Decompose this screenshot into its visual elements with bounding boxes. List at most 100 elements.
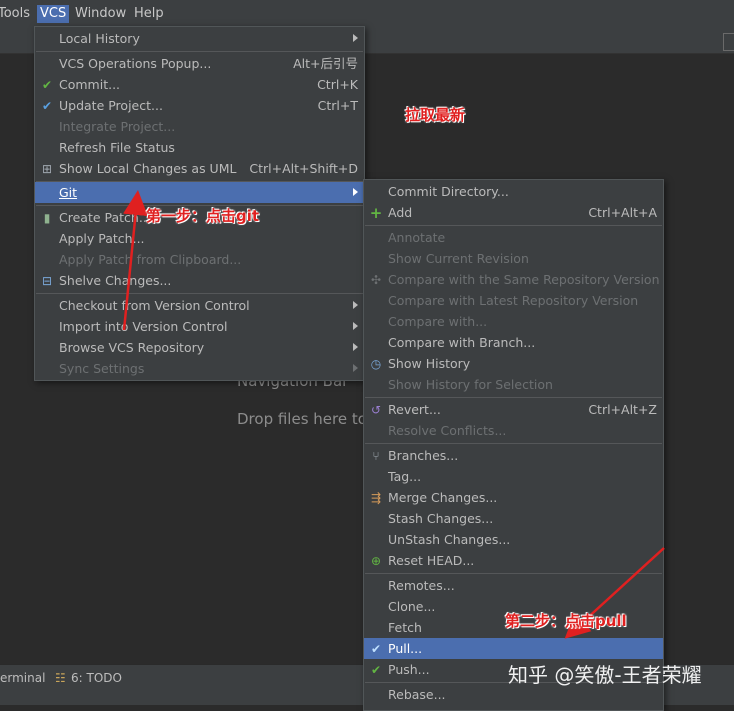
git-submenu: Commit Directory... + Add Ctrl+Alt+A Ann… — [363, 179, 664, 711]
toolbar-control[interactable] — [723, 33, 734, 51]
pull-icon: ✔ — [370, 642, 382, 656]
menu-item-label: Tag... — [388, 469, 422, 484]
menu-item-label: Checkout from Version Control — [59, 298, 250, 313]
commit-icon: ✔ — [41, 78, 53, 92]
menu-separator — [365, 573, 662, 574]
annotation-step2: 第二步：点击pull — [505, 612, 627, 630]
branch-icon: ⑂ — [372, 449, 380, 463]
menu-item-git[interactable]: Git — [35, 182, 364, 203]
menu-item-browse-vcs-repository[interactable]: Browse VCS Repository — [35, 337, 364, 358]
menu-item-label: Clone... — [388, 599, 436, 614]
menu-item-label: Show Current Revision — [388, 251, 529, 266]
menu-item-shortcut: Ctrl+Alt+Z — [588, 402, 657, 417]
update-project-icon: ✔ — [41, 99, 53, 113]
history-icon: ◷ — [370, 357, 382, 371]
menu-item-label: Resolve Conflicts... — [388, 423, 507, 438]
menu-item-compare-latest-repo[interactable]: Compare with Latest Repository Version — [364, 290, 663, 311]
menu-window[interactable]: Window — [75, 5, 126, 23]
menu-separator — [36, 51, 363, 52]
menu-item-commit[interactable]: ✔ Commit... Ctrl+K — [35, 74, 364, 95]
menu-item-shortcut: Ctrl+Alt+A — [588, 205, 657, 220]
menu-item-label: Add — [388, 205, 413, 220]
uml-diagram-icon: ⊞ — [41, 162, 53, 176]
menu-item-annotate[interactable]: Annotate — [364, 227, 663, 248]
menu-item-shelve-changes[interactable]: ⊟ Shelve Changes... — [35, 270, 364, 291]
vcs-menu: Local History VCS Operations Popup... Al… — [34, 26, 365, 381]
menu-item-label: Reset HEAD... — [388, 553, 475, 568]
menu-item-label: Refresh File Status — [59, 140, 175, 155]
revert-icon: ↺ — [370, 403, 382, 417]
menu-item-reset-head[interactable]: ⊕ Reset HEAD... — [364, 550, 663, 571]
menu-item-branches[interactable]: ⑂ Branches... — [364, 445, 663, 466]
menu-item-refresh-file-status[interactable]: Refresh File Status — [35, 137, 364, 158]
menu-item-checkout-vcs[interactable]: Checkout from Version Control — [35, 295, 364, 316]
menu-item-apply-patch-clipboard[interactable]: Apply Patch from Clipboard... — [35, 249, 364, 270]
menu-item-label: Local History — [59, 31, 140, 46]
menu-separator — [365, 397, 662, 398]
submenu-arrow-icon — [353, 301, 358, 309]
menu-item-shortcut: Ctrl+Alt+Shift+D — [249, 161, 358, 176]
menu-item-merge-changes[interactable]: ⇶ Merge Changes... — [364, 487, 663, 508]
menu-item-commit-directory[interactable]: Commit Directory... — [364, 181, 663, 202]
menu-item-label: Remotes... — [388, 578, 455, 593]
menu-item-label: Stash Changes... — [388, 511, 494, 526]
menu-separator — [365, 225, 662, 226]
menu-item-add[interactable]: + Add Ctrl+Alt+A — [364, 202, 663, 223]
menu-item-compare-same-repo[interactable]: ✣ Compare with the Same Repository Versi… — [364, 269, 663, 290]
menu-item-label: Sync Settings — [59, 361, 145, 376]
menu-item-local-history[interactable]: Local History — [35, 28, 364, 49]
menu-item-label: Import into Version Control — [59, 319, 228, 334]
menu-bar: Tools VCS Window Help — [0, 0, 734, 28]
menu-item-apply-patch[interactable]: Apply Patch... — [35, 228, 364, 249]
menu-item-label: Show History for Selection — [388, 377, 553, 392]
menu-item-label: Shelve Changes... — [59, 273, 172, 288]
menu-item-shortcut: Ctrl+T — [317, 98, 358, 113]
reset-head-icon: ⊕ — [370, 554, 382, 568]
menu-item-label: Browse VCS Repository — [59, 340, 205, 355]
menu-item-label: Compare with the Same Repository Version — [388, 272, 660, 287]
menu-item-shortcut: Ctrl+K — [317, 77, 358, 92]
menu-item-sync-settings[interactable]: Sync Settings — [35, 358, 364, 379]
menu-item-show-current-revision[interactable]: Show Current Revision — [364, 248, 663, 269]
menu-item-label: Show History — [388, 356, 471, 371]
menu-item-label: Apply Patch from Clipboard... — [59, 252, 242, 267]
menu-item-revert[interactable]: ↺ Revert... Ctrl+Alt+Z — [364, 399, 663, 420]
menu-tools[interactable]: Tools — [0, 5, 30, 23]
menu-separator — [36, 293, 363, 294]
submenu-arrow-icon — [353, 34, 358, 42]
todo-icon: ☷ — [55, 671, 66, 685]
menu-item-label: Apply Patch... — [59, 231, 145, 246]
menu-item-compare-with[interactable]: Compare with... — [364, 311, 663, 332]
menu-item-import-vcs[interactable]: Import into Version Control — [35, 316, 364, 337]
menu-item-label: Update Project... — [59, 98, 163, 113]
menu-vcs[interactable]: VCS — [37, 5, 70, 23]
menu-item-shortcut: Alt+后引号 — [293, 56, 358, 71]
menu-item-unstash-changes[interactable]: UnStash Changes... — [364, 529, 663, 550]
hint-drop-files: Drop files here to — [237, 410, 367, 428]
menu-item-label: Compare with... — [388, 314, 488, 329]
menu-item-vcs-operations-popup[interactable]: VCS Operations Popup... Alt+后引号 — [35, 53, 364, 74]
menu-item-remotes[interactable]: Remotes... — [364, 575, 663, 596]
menu-item-compare-with-branch[interactable]: Compare with Branch... — [364, 332, 663, 353]
menu-item-label: Compare with Branch... — [388, 335, 536, 350]
menu-item-show-history-selection[interactable]: Show History for Selection — [364, 374, 663, 395]
menu-item-pull[interactable]: ✔ Pull... — [364, 638, 663, 659]
menu-help[interactable]: Help — [134, 5, 164, 23]
todo-tab[interactable]: 6: TODO — [71, 671, 122, 685]
menu-item-label: Revert... — [388, 402, 441, 417]
menu-item-resolve-conflicts[interactable]: Resolve Conflicts... — [364, 420, 663, 441]
menu-item-show-history[interactable]: ◷ Show History — [364, 353, 663, 374]
menu-item-integrate-project[interactable]: Integrate Project... — [35, 116, 364, 137]
menu-item-stash-changes[interactable]: Stash Changes... — [364, 508, 663, 529]
menu-item-tag[interactable]: Tag... — [364, 466, 663, 487]
menu-item-label: Push... — [388, 662, 430, 677]
menu-item-show-local-changes-uml[interactable]: ⊞ Show Local Changes as UML Ctrl+Alt+Shi… — [35, 158, 364, 179]
menu-item-update-project[interactable]: ✔ Update Project... Ctrl+T — [35, 95, 364, 116]
patch-file-icon: ▮ — [43, 211, 51, 225]
submenu-arrow-icon — [353, 188, 358, 196]
watermark: 知乎 @笑傲-王者荣耀 — [508, 663, 702, 687]
terminal-tab[interactable]: erminal — [0, 671, 45, 685]
annotation-step1: 第一步：点击git — [146, 207, 260, 225]
menu-item-label: UnStash Changes... — [388, 532, 511, 547]
menu-item-label: Pull... — [388, 641, 423, 656]
